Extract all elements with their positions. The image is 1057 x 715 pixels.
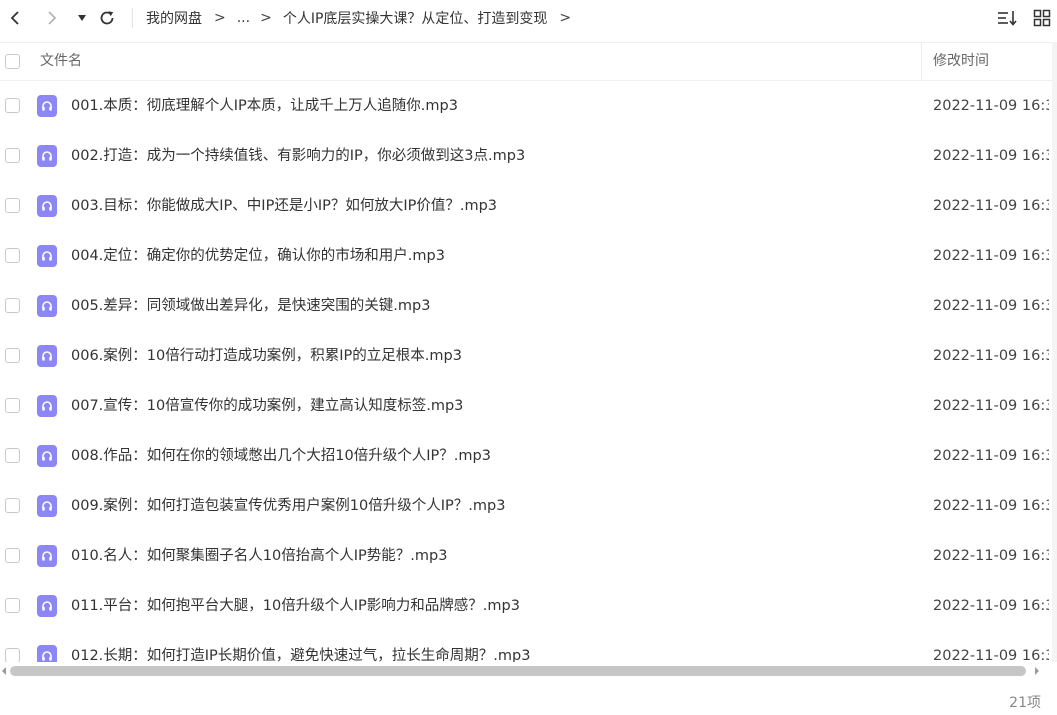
list-item[interactable]: 001.本质：彻底理解个人IP本质，让成千上万人追随你.mp3 2022-11-… <box>0 81 1057 131</box>
list-item[interactable]: 009.案例：如何打造包装宣传优秀用户案例10倍升级个人IP？.mp3 2022… <box>0 481 1057 531</box>
toolbar: 我的网盘 > ... > 个人IP底层实操大课？从定位、打造到变现 > <box>0 0 1057 36</box>
breadcrumb-separator: > <box>260 10 272 26</box>
list-item[interactable]: 008.作品：如何在你的领域憋出几个大招10倍升级个人IP？.mp3 2022-… <box>0 431 1057 481</box>
file-modified-time: 2022-11-09 16:3 <box>933 548 1049 564</box>
sort-button[interactable] <box>995 6 1019 30</box>
audio-file-icon <box>37 445 57 467</box>
breadcrumb-current[interactable]: 个人IP底层实操大课？从定位、打造到变现 <box>283 8 548 28</box>
file-modified-time: 2022-11-09 16:3 <box>933 98 1049 114</box>
file-modified-time: 2022-11-09 16:3 <box>933 398 1049 414</box>
list-item[interactable]: 004.定位：确定你的优势定位，确认你的市场和用户.mp3 2022-11-09… <box>0 231 1057 281</box>
file-modified-time: 2022-11-09 16:3 <box>933 348 1049 364</box>
audio-file-icon <box>37 345 57 367</box>
list-item[interactable]: 006.案例：10倍行动打造成功案例，积累IP的立足根本.mp3 2022-11… <box>0 331 1057 381</box>
table-header: 文件名 修改时间 <box>0 42 1057 81</box>
file-name: 001.本质：彻底理解个人IP本质，让成千上万人追随你.mp3 <box>71 98 458 114</box>
row-checkbox[interactable] <box>5 598 20 613</box>
row-checkbox[interactable] <box>5 548 20 563</box>
breadcrumb-separator: > <box>214 10 226 26</box>
row-checkbox[interactable] <box>5 398 20 413</box>
row-checkbox[interactable] <box>5 298 20 313</box>
audio-file-icon <box>37 495 57 517</box>
audio-file-icon <box>37 295 57 317</box>
audio-file-icon <box>37 95 57 117</box>
list-item[interactable]: 011.平台：如何抱平台大腿，10倍升级个人IP影响力和品牌感？.mp3 202… <box>0 581 1057 631</box>
file-name: 008.作品：如何在你的领域憋出几个大招10倍升级个人IP？.mp3 <box>71 448 491 464</box>
breadcrumb: 我的网盘 > ... > 个人IP底层实操大课？从定位、打造到变现 > <box>146 0 582 36</box>
audio-file-icon <box>37 545 57 567</box>
scroll-right-arrow-icon[interactable] <box>1033 666 1041 676</box>
row-checkbox[interactable] <box>5 498 20 513</box>
breadcrumb-root[interactable]: 我的网盘 <box>146 8 202 28</box>
file-name: 007.宣传：10倍宣传你的成功案例，建立高认知度标签.mp3 <box>71 398 464 414</box>
file-modified-time: 2022-11-09 16:3 <box>933 298 1049 314</box>
grid-view-icon <box>1033 9 1051 27</box>
history-dropdown-button[interactable] <box>70 6 94 30</box>
refresh-button[interactable] <box>95 6 119 30</box>
sort-icon <box>998 11 1017 26</box>
row-checkbox[interactable] <box>5 248 20 263</box>
scrollbar-thumb[interactable] <box>10 666 1026 676</box>
row-checkbox[interactable] <box>5 148 20 163</box>
file-name: 004.定位：确定你的优势定位，确认你的市场和用户.mp3 <box>71 248 445 264</box>
forward-button[interactable] <box>40 6 64 30</box>
grid-view-button[interactable] <box>1030 6 1054 30</box>
audio-file-icon <box>37 145 57 167</box>
row-checkbox[interactable] <box>5 198 20 213</box>
file-name: 010.名人：如何聚集圈子名人10倍抬高个人IP势能？.mp3 <box>71 548 448 564</box>
file-name: 012.长期：如何打造IP长期价值，避免快速过气，拉长生命周期？.mp3 <box>71 648 531 662</box>
file-browser: 我的网盘 > ... > 个人IP底层实操大课？从定位、打造到变现 > 文件名 … <box>0 0 1057 715</box>
row-checkbox[interactable] <box>5 98 20 113</box>
audio-file-icon <box>37 395 57 417</box>
caret-down-icon <box>78 15 86 21</box>
file-name: 006.案例：10倍行动打造成功案例，积累IP的立足根本.mp3 <box>71 348 462 364</box>
select-all-checkbox[interactable] <box>5 54 20 69</box>
file-name: 011.平台：如何抱平台大腿，10倍升级个人IP影响力和品牌感？.mp3 <box>71 598 520 614</box>
audio-file-icon <box>37 195 57 217</box>
audio-file-icon <box>37 645 57 662</box>
file-modified-time: 2022-11-09 16:3 <box>933 148 1049 164</box>
toolbar-divider <box>132 8 133 28</box>
column-divider[interactable] <box>921 43 922 80</box>
list-item[interactable]: 005.差异：同领域做出差异化，是快速突围的关键.mp3 2022-11-09 … <box>0 281 1057 331</box>
audio-file-icon <box>37 595 57 617</box>
file-name: 005.差异：同领域做出差异化，是快速突围的关键.mp3 <box>71 298 431 314</box>
list-item[interactable]: 012.长期：如何打造IP长期价值，避免快速过气，拉长生命周期？.mp3 202… <box>0 631 1057 662</box>
file-modified-time: 2022-11-09 16:3 <box>933 598 1049 614</box>
file-modified-time: 2022-11-09 16:3 <box>933 248 1049 264</box>
file-modified-time: 2022-11-09 16:3 <box>933 198 1049 214</box>
column-header-name[interactable]: 文件名 <box>40 43 82 80</box>
horizontal-scrollbar[interactable] <box>0 662 1057 679</box>
column-header-modified[interactable]: 修改时间 <box>933 43 989 80</box>
vertical-scrollbar[interactable] <box>1052 42 1057 662</box>
file-modified-time: 2022-11-09 16:3 <box>933 648 1049 662</box>
row-checkbox[interactable] <box>5 648 20 662</box>
file-name: 009.案例：如何打造包装宣传优秀用户案例10倍升级个人IP？.mp3 <box>71 498 506 514</box>
file-modified-time: 2022-11-09 16:3 <box>933 448 1049 464</box>
item-count: 21项 <box>1009 695 1041 711</box>
list-item[interactable]: 007.宣传：10倍宣传你的成功案例，建立高认知度标签.mp3 2022-11-… <box>0 381 1057 431</box>
back-button[interactable] <box>3 6 27 30</box>
file-list: 001.本质：彻底理解个人IP本质，让成千上万人追随你.mp3 2022-11-… <box>0 81 1057 662</box>
row-checkbox[interactable] <box>5 448 20 463</box>
row-checkbox[interactable] <box>5 348 20 363</box>
file-name: 003.目标：你能做成大IP、中IP还是小IP？如何放大IP价值？.mp3 <box>71 198 498 214</box>
file-modified-time: 2022-11-09 16:3 <box>933 498 1049 514</box>
breadcrumb-ellipsis[interactable]: ... <box>237 10 250 26</box>
chevron-right-icon <box>48 11 57 25</box>
list-item[interactable]: 002.打造：成为一个持续值钱、有影响力的IP，你必须做到这3点.mp3 202… <box>0 131 1057 181</box>
breadcrumb-separator: > <box>559 10 572 26</box>
file-name: 002.打造：成为一个持续值钱、有影响力的IP，你必须做到这3点.mp3 <box>71 148 526 164</box>
chevron-left-icon <box>10 11 19 25</box>
list-item[interactable]: 010.名人：如何聚集圈子名人10倍抬高个人IP势能？.mp3 2022-11-… <box>0 531 1057 581</box>
refresh-icon <box>100 11 114 25</box>
audio-file-icon <box>37 245 57 267</box>
list-item[interactable]: 003.目标：你能做成大IP、中IP还是小IP？如何放大IP价值？.mp3 20… <box>0 181 1057 231</box>
scroll-left-arrow-icon[interactable] <box>0 666 8 676</box>
